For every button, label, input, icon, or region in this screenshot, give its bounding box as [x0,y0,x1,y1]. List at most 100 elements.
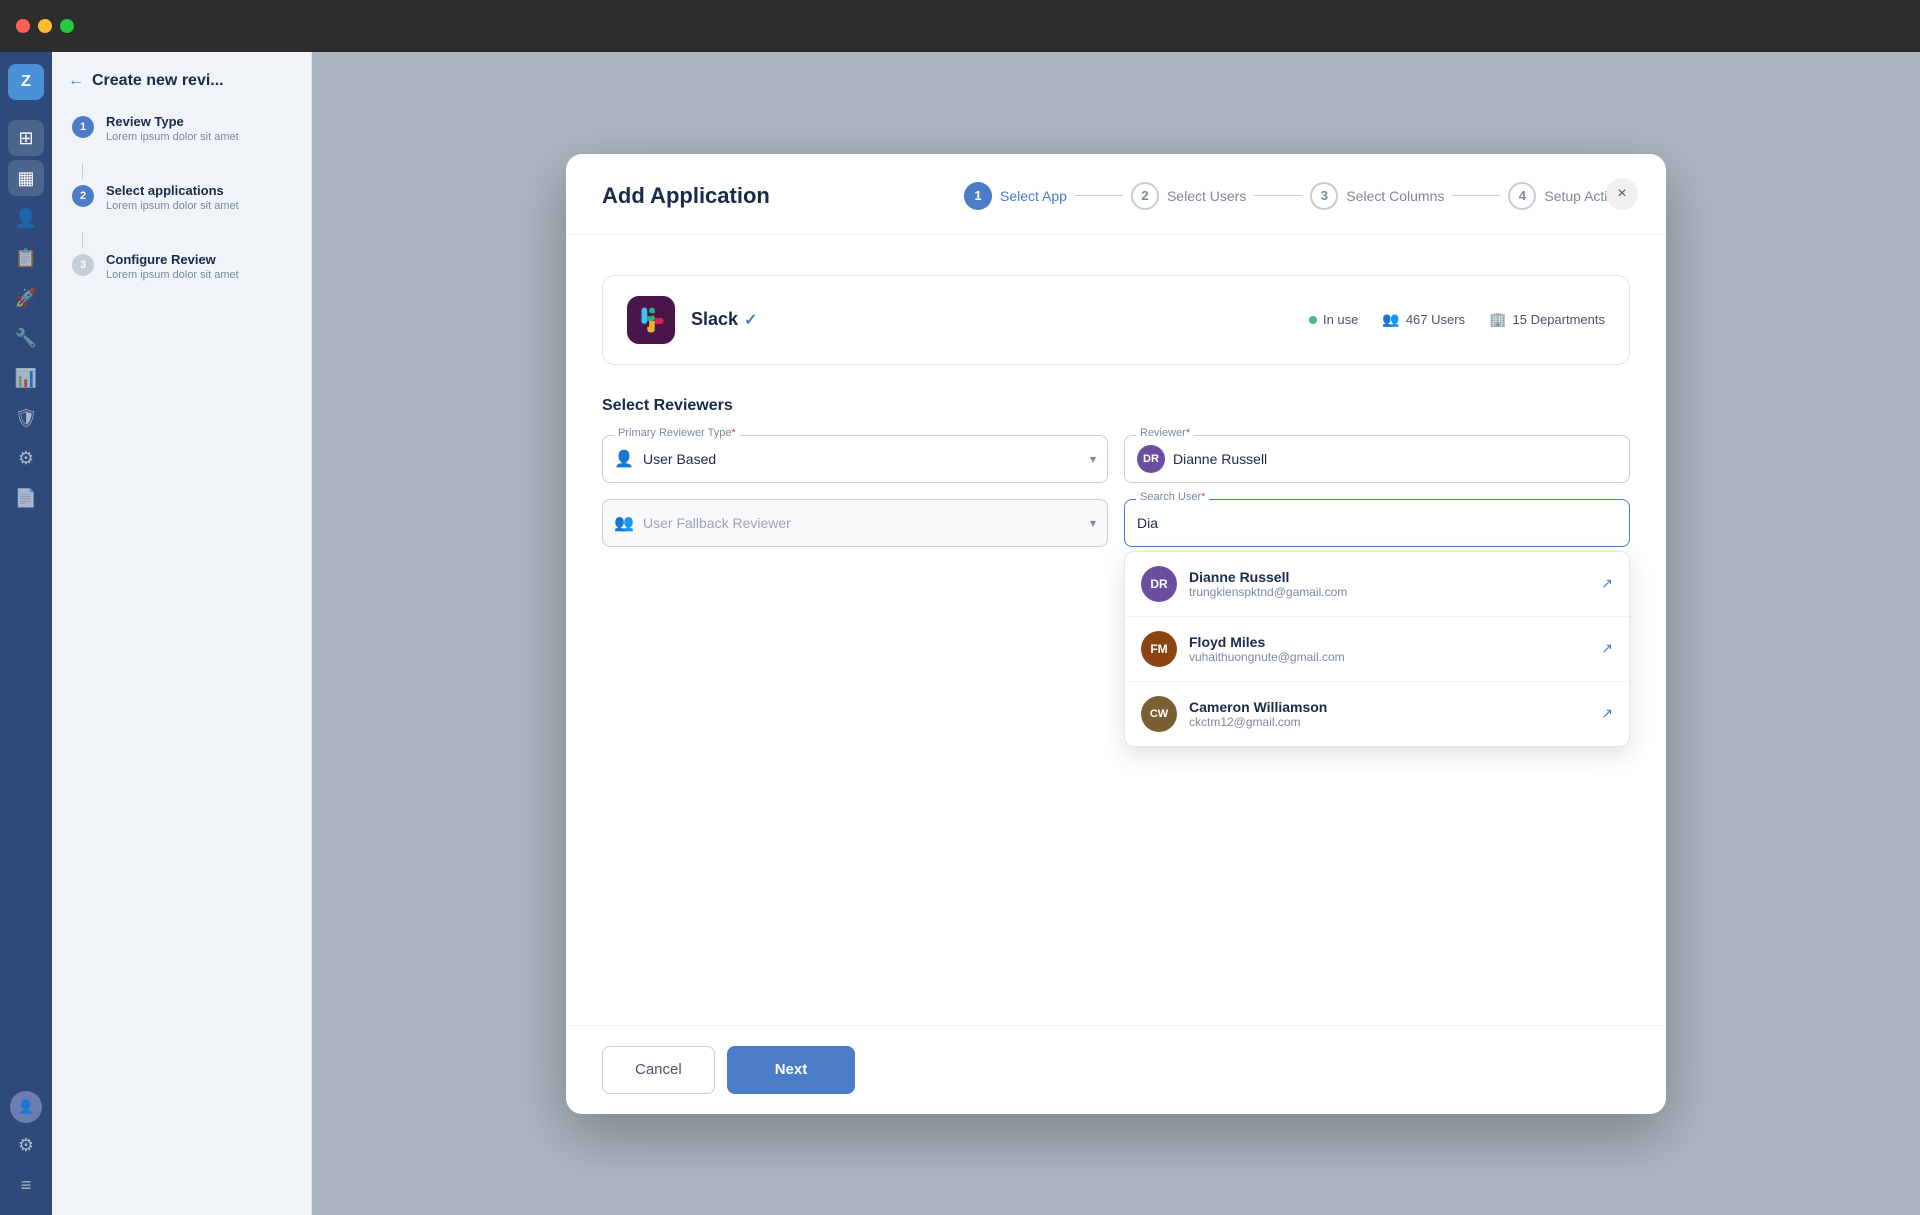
modal: Add Application 1 Select App 2 Select Us… [566,154,1666,1114]
wizard-label-1: Select App [1000,188,1067,204]
step-number-1: 1 [72,116,94,138]
step-divider-1 [82,163,83,179]
departments-icon: 🏢 [1489,311,1506,328]
step-desc-2: Lorem ipsum dolor sit amet [106,200,295,212]
users-stat: 👥 467 Users [1382,311,1465,328]
user-email-2: ckctm12@gmail.com [1189,715,1589,729]
user-info-0: Dianne Russell trungkienspktnd@gamail.co… [1189,569,1589,599]
reviewer-avatar: DR [1137,445,1165,473]
panel-title: Create new revi... [92,72,224,90]
app-name: Slack ✓ [691,309,757,330]
user-name-0: Dianne Russell [1189,569,1589,585]
dropdown-item-0[interactable]: DR Dianne Russell trungkienspktnd@gamail… [1125,552,1629,617]
fallback-reviewer-select[interactable]: User Fallback Reviewer [602,499,1108,547]
modal-footer: Cancel Next [566,1025,1666,1114]
dropdown-item-2[interactable]: CW Cameron Williamson ckctm12@gmail.com … [1125,682,1629,746]
step-number-3: 3 [72,254,94,276]
user-info-1: Floyd Miles vuhaithuongnute@gmail.com [1189,634,1589,664]
search-dropdown: DR Dianne Russell trungkienspktnd@gamail… [1124,551,1630,747]
step-item-select-apps: 2 Select applications Lorem ipsum dolor … [68,183,295,212]
wizard-step-2: 2 Select Users [1131,182,1246,210]
steps-wizard: 1 Select App 2 Select Users 3 [964,182,1630,210]
wizard-label-2: Select Users [1167,188,1246,204]
sidebar-item-grid[interactable]: ▦ [8,160,44,196]
wizard-step-1: 1 Select App [964,182,1067,210]
form-row-1: Primary Reviewer Type 👤 User Based ▾ Rev… [602,435,1630,483]
icon-bar: Z ⊞ ▦ 👤 📋 🚀 🔧 📊 🛡 ⚙ 📄 👤 ⚙ ≡ [0,52,52,1215]
reviewer-label: Reviewer [1136,427,1194,439]
titlebar [0,0,1920,52]
left-panel-header: ← Create new revi... [68,72,295,90]
user-name-2: Cameron Williamson [1189,699,1589,715]
external-link-0[interactable]: ↗ [1601,575,1613,592]
wizard-connector-3 [1452,195,1500,196]
sidebar-item-users[interactable]: 👤 [8,200,44,236]
in-use-badge: In use [1309,312,1358,327]
step-content-1: Review Type Lorem ipsum dolor sit amet [106,114,295,143]
bottom-settings-icon[interactable]: ⚙ [8,1127,44,1163]
step-desc-3: Lorem ipsum dolor sit amet [106,269,295,281]
step-content-2: Select applications Lorem ipsum dolor si… [106,183,295,212]
sidebar-item-security[interactable]: 🛡 [8,400,44,436]
sidebar-item-tools[interactable]: 🔧 [8,320,44,356]
sidebar-item-settings[interactable]: ⚙ [8,440,44,476]
external-link-2[interactable]: ↗ [1601,705,1613,722]
primary-reviewer-type-group: Primary Reviewer Type 👤 User Based ▾ [602,435,1108,483]
close-button[interactable]: × [1606,178,1638,210]
back-button[interactable]: ← [68,72,84,90]
reviewer-name: Dianne Russell [1173,451,1267,467]
bottom-menu-icon[interactable]: ≡ [8,1167,44,1203]
fullscreen-traffic-light[interactable] [60,19,74,33]
step-item-review-type: 1 Review Type Lorem ipsum dolor sit amet [68,114,295,143]
wizard-circle-1: 1 [964,182,992,210]
step-divider-2 [82,232,83,248]
search-user-group: Search User DR Dianne Russell trungkiens… [1124,499,1630,547]
user-info-2: Cameron Williamson ckctm12@gmail.com [1189,699,1589,729]
search-user-input[interactable] [1124,499,1630,547]
cancel-button[interactable]: Cancel [602,1046,715,1094]
step-title-1: Review Type [106,114,295,129]
left-panel: ← Create new revi... 1 Review Type Lorem… [52,52,312,1215]
app-container: Z ⊞ ▦ 👤 📋 🚀 🔧 📊 🛡 ⚙ 📄 👤 ⚙ ≡ ← Create new… [0,52,1920,1215]
app-card: Slack ✓ In use 👥 467 Users [602,275,1630,365]
app-logo[interactable]: Z [8,64,44,100]
primary-reviewer-type-label: Primary Reviewer Type [614,427,740,439]
app-card-stats: In use 👥 467 Users 🏢 15 Departments [1309,311,1605,328]
primary-reviewer-type-select[interactable]: User Based [602,435,1108,483]
user-avatar-fm: FM [1141,631,1177,667]
step-title-2: Select applications [106,183,295,198]
user-avatar[interactable]: 👤 [10,1091,42,1123]
in-use-dot [1309,316,1317,324]
minimize-traffic-light[interactable] [38,19,52,33]
step-title-3: Configure Review [106,252,295,267]
fallback-reviewer-group: 👥 User Fallback Reviewer ▾ [602,499,1108,547]
user-name-1: Floyd Miles [1189,634,1589,650]
section-title: Select Reviewers [602,397,1630,415]
close-traffic-light[interactable] [16,19,30,33]
user-avatar-dr: DR [1141,566,1177,602]
step-desc-1: Lorem ipsum dolor sit amet [106,131,295,143]
sidebar-item-dashboard[interactable]: ⊞ [8,120,44,156]
modal-title: Add Application [602,183,770,209]
dropdown-item-1[interactable]: FM Floyd Miles vuhaithuongnute@gmail.com… [1125,617,1629,682]
user-email-1: vuhaithuongnute@gmail.com [1189,650,1589,664]
reviewer-group: Reviewer DR Dianne Russell [1124,435,1630,483]
step-content-3: Configure Review Lorem ipsum dolor sit a… [106,252,295,281]
icon-bar-bottom: 👤 ⚙ ≡ [8,1091,44,1203]
wizard-circle-2: 2 [1131,182,1159,210]
next-button[interactable]: Next [727,1046,856,1094]
modal-overlay: Add Application 1 Select App 2 Select Us… [312,52,1920,1215]
modal-body: Slack ✓ In use 👥 467 Users [566,235,1666,1025]
main-content: Add Application 1 Select App 2 Select Us… [312,52,1920,1215]
wizard-connector-2 [1254,195,1302,196]
sidebar-item-launch[interactable]: 🚀 [8,280,44,316]
modal-header: Add Application 1 Select App 2 Select Us… [566,154,1666,235]
sidebar-item-documents[interactable]: 📋 [8,240,44,276]
external-link-1[interactable]: ↗ [1601,640,1613,657]
sidebar-item-clipboard[interactable]: 📄 [8,480,44,516]
app-card-left: Slack ✓ [627,296,757,344]
wizard-circle-3: 3 [1310,182,1338,210]
users-icon: 👥 [1382,311,1399,328]
sidebar-item-reports[interactable]: 📊 [8,360,44,396]
wizard-step-3: 3 Select Columns [1310,182,1444,210]
